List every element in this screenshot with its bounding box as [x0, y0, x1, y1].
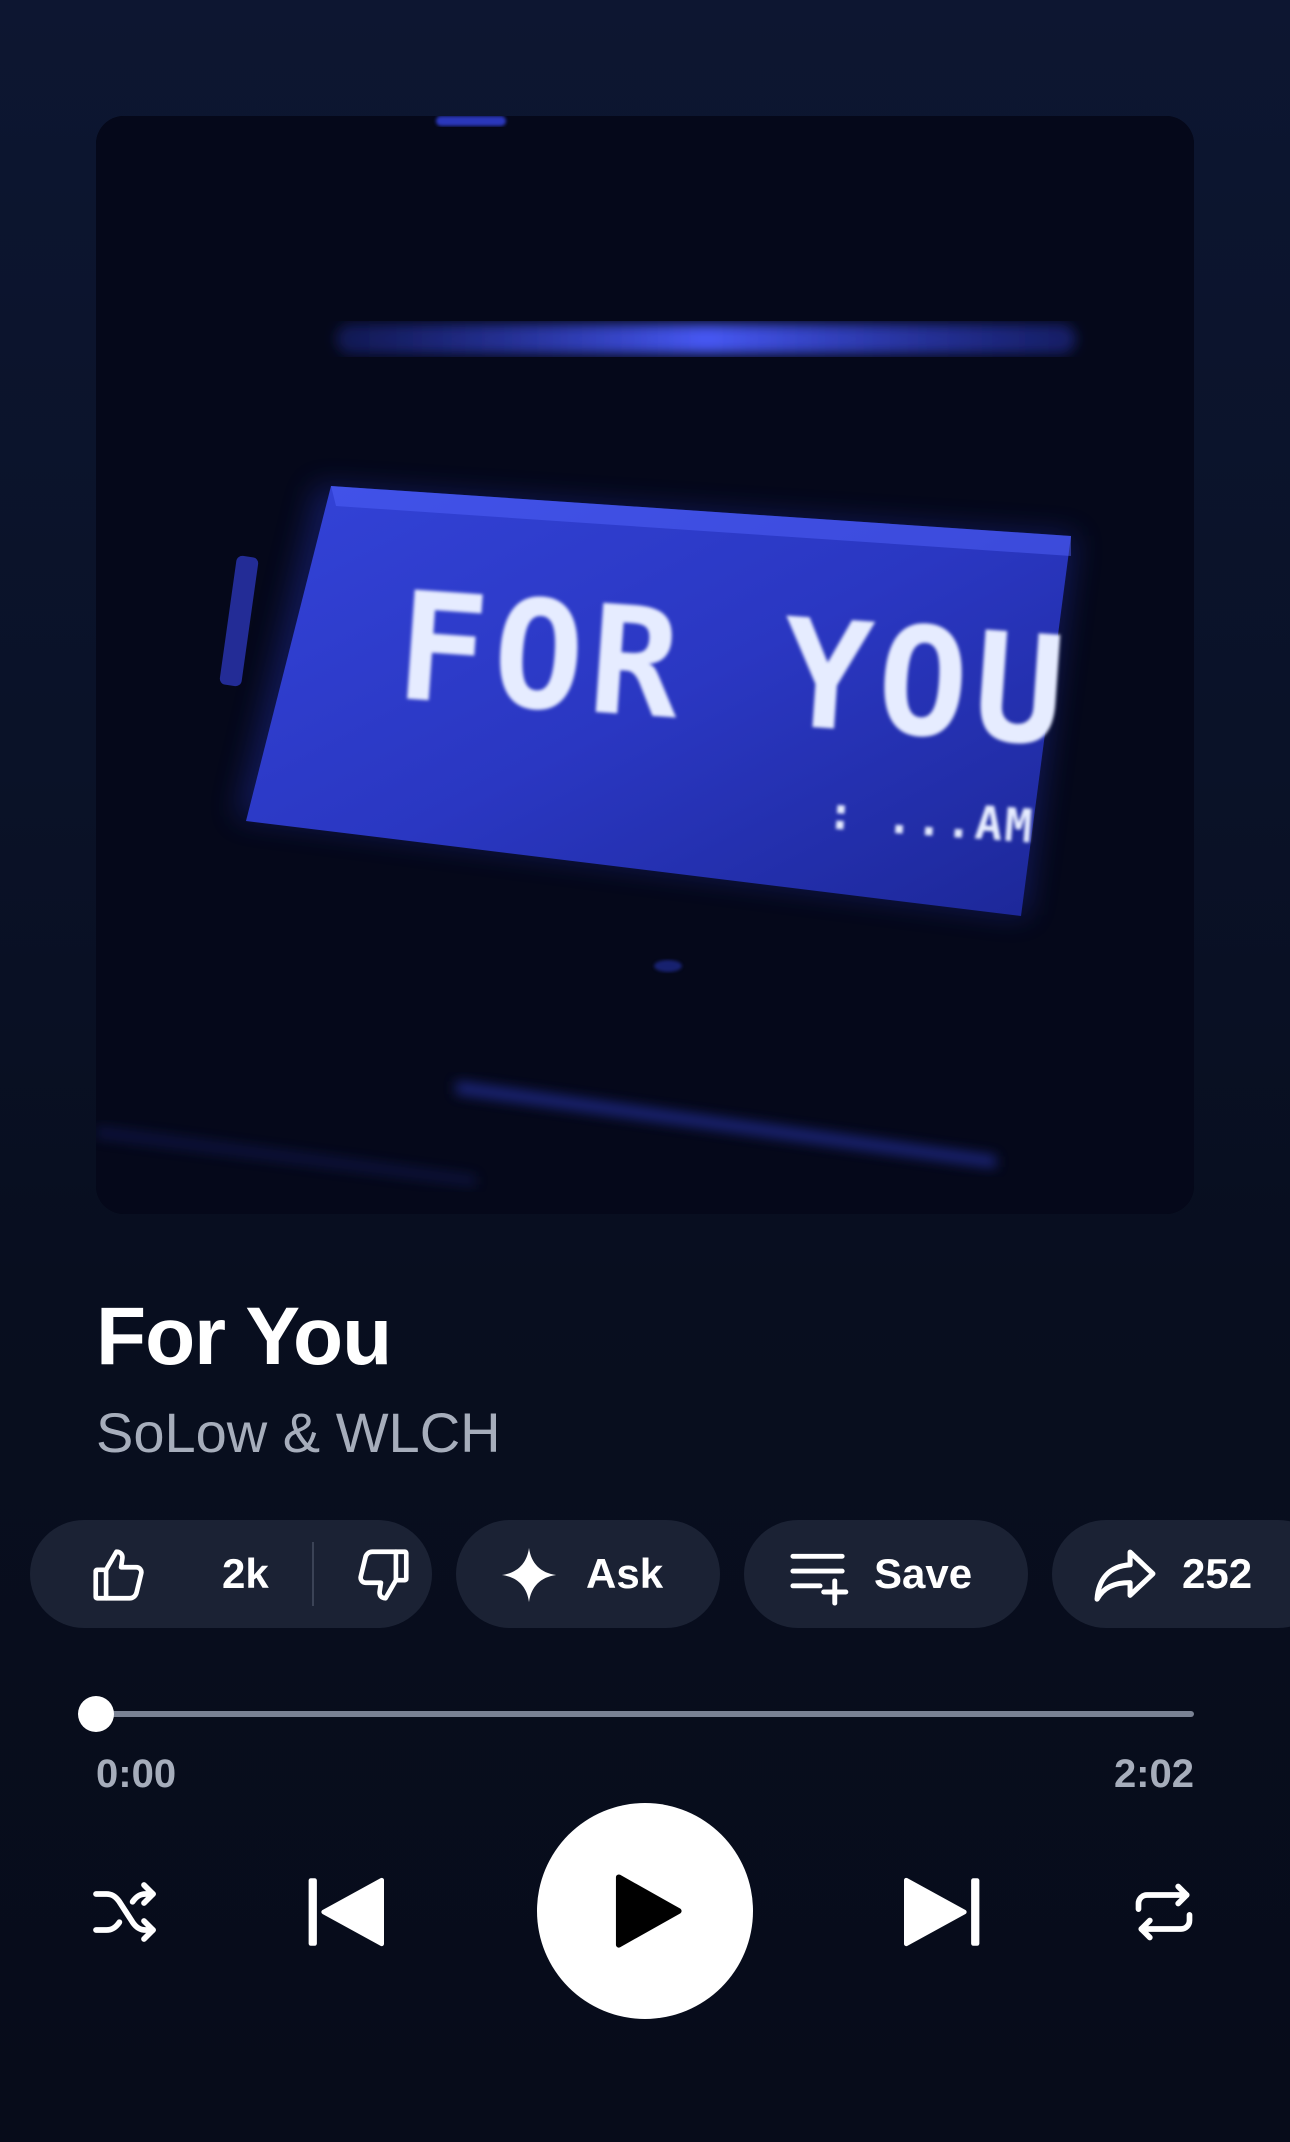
like-count: 2k — [222, 1550, 269, 1597]
next-button[interactable] — [892, 1864, 988, 1960]
shuffle-button[interactable] — [86, 1872, 166, 1952]
shuffle-icon — [93, 1882, 156, 1942]
progress-bar[interactable] — [96, 1711, 1194, 1717]
repeat-button[interactable] — [1124, 1872, 1204, 1952]
save-button[interactable]: Save — [744, 1520, 1028, 1628]
chip-divider — [312, 1542, 314, 1606]
song-artist[interactable]: SoLow & WLCH — [96, 1400, 501, 1465]
thumbs-down-icon[interactable] — [352, 1544, 414, 1606]
skip-previous-icon — [308, 1877, 384, 1947]
album-art: FOR YOU : ...AM — [96, 116, 1194, 1214]
sparkle-icon — [498, 1544, 560, 1606]
now-playing-screen: FOR YOU : ...AM For You SoLow & WLCH 2k — [0, 0, 1290, 2142]
ask-label: Ask — [586, 1550, 664, 1597]
share-button[interactable]: 252 — [1052, 1520, 1290, 1628]
like-dislike-chip: 2k — [30, 1520, 432, 1628]
ask-button[interactable]: Ask — [456, 1520, 720, 1628]
repeat-icon — [1135, 1883, 1193, 1941]
save-label: Save — [874, 1550, 973, 1597]
skip-next-icon — [904, 1877, 980, 1947]
progress-thumb[interactable] — [78, 1696, 114, 1732]
play-button[interactable] — [537, 1803, 753, 2019]
share-count: 252 — [1182, 1550, 1253, 1597]
current-time: 0:00 — [96, 1752, 177, 1796]
previous-button[interactable] — [300, 1864, 396, 1960]
total-time: 2:02 — [1113, 1752, 1194, 1796]
share-arrow-icon — [1092, 1544, 1158, 1606]
song-title: For You — [96, 1291, 392, 1382]
playlist-add-icon — [788, 1546, 852, 1606]
thumbs-up-icon[interactable] — [88, 1544, 150, 1606]
play-icon — [615, 1874, 682, 1948]
